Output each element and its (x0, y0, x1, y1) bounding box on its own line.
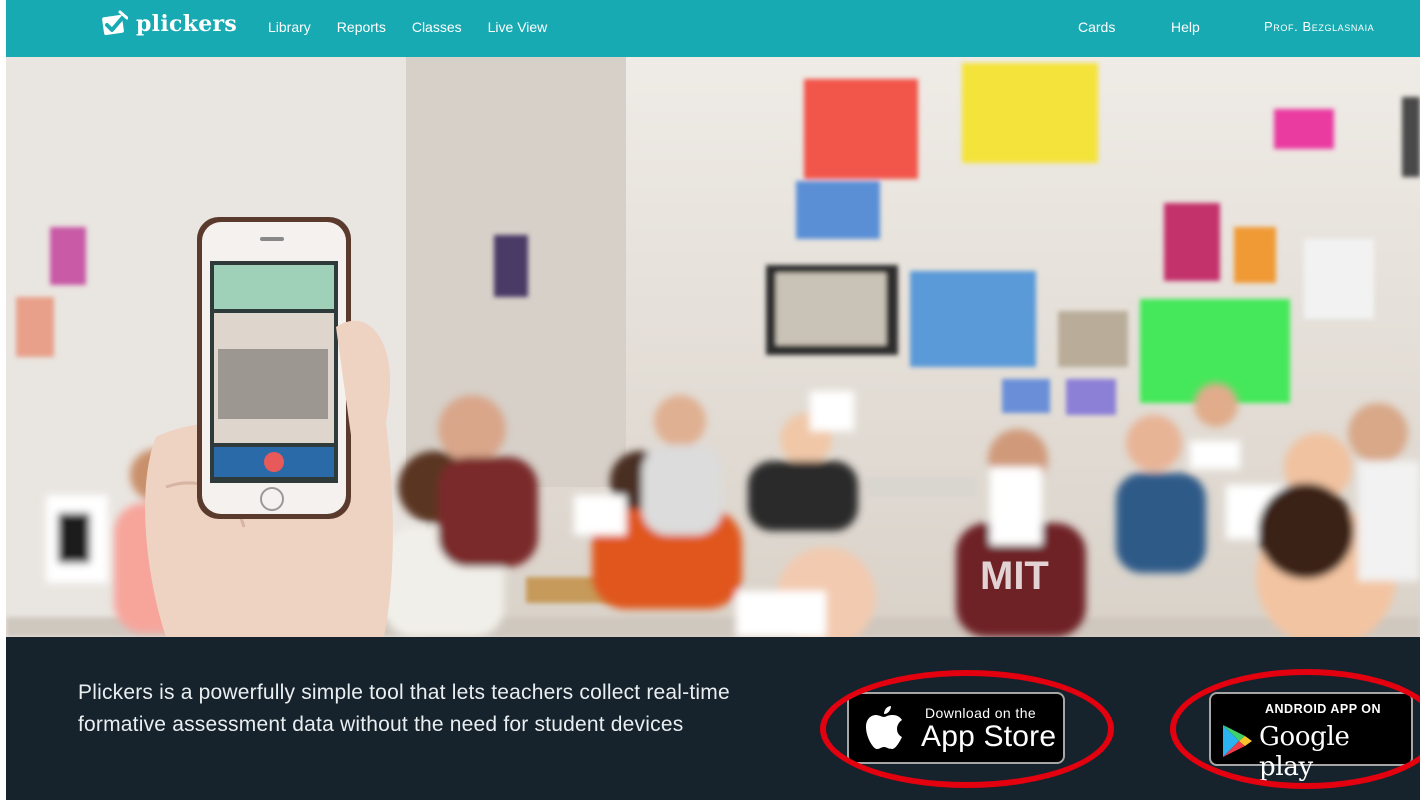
nav-reports[interactable]: Reports (337, 19, 386, 35)
google-play-label: Google play (1259, 722, 1350, 782)
top-nav-bar: plickers Library Reports Classes Live Vi… (6, 0, 1420, 57)
app-store-small-label: Download on the (925, 705, 1037, 721)
primary-nav: Library Reports Classes Live View (268, 19, 573, 35)
nav-library[interactable]: Library (268, 19, 311, 35)
plickers-logo[interactable]: plickers (100, 10, 237, 38)
tagline-text: Plickers is a powerfully simple tool tha… (78, 681, 730, 736)
nav-cards[interactable]: Cards (1078, 19, 1115, 35)
apple-icon (866, 706, 902, 749)
app-store-label: App Store (921, 720, 1057, 753)
google-play-button[interactable]: ANDROID APP ON Google play (1209, 692, 1413, 782)
hero-classroom-photo: MIT (6, 57, 1420, 637)
brand-name: plickers (136, 11, 238, 37)
nav-help[interactable]: Help (1171, 19, 1200, 35)
app-store-button[interactable]: Download on the App Store (847, 692, 1065, 764)
nav-user-profile[interactable]: Prof. Bezglasnaia (1264, 19, 1374, 34)
classroom-illustration: MIT (6, 57, 1420, 637)
nav-live-view[interactable]: Live View (488, 19, 548, 35)
google-play-small-label: ANDROID APP ON (1265, 702, 1382, 716)
mit-shirt-text: MIT (980, 554, 1049, 598)
google-play-icon (1223, 725, 1252, 757)
nav-classes[interactable]: Classes (412, 19, 462, 35)
footer-cta-panel: Plickers is a powerfully simple tool tha… (6, 637, 1420, 800)
plickers-check-icon (102, 10, 128, 36)
